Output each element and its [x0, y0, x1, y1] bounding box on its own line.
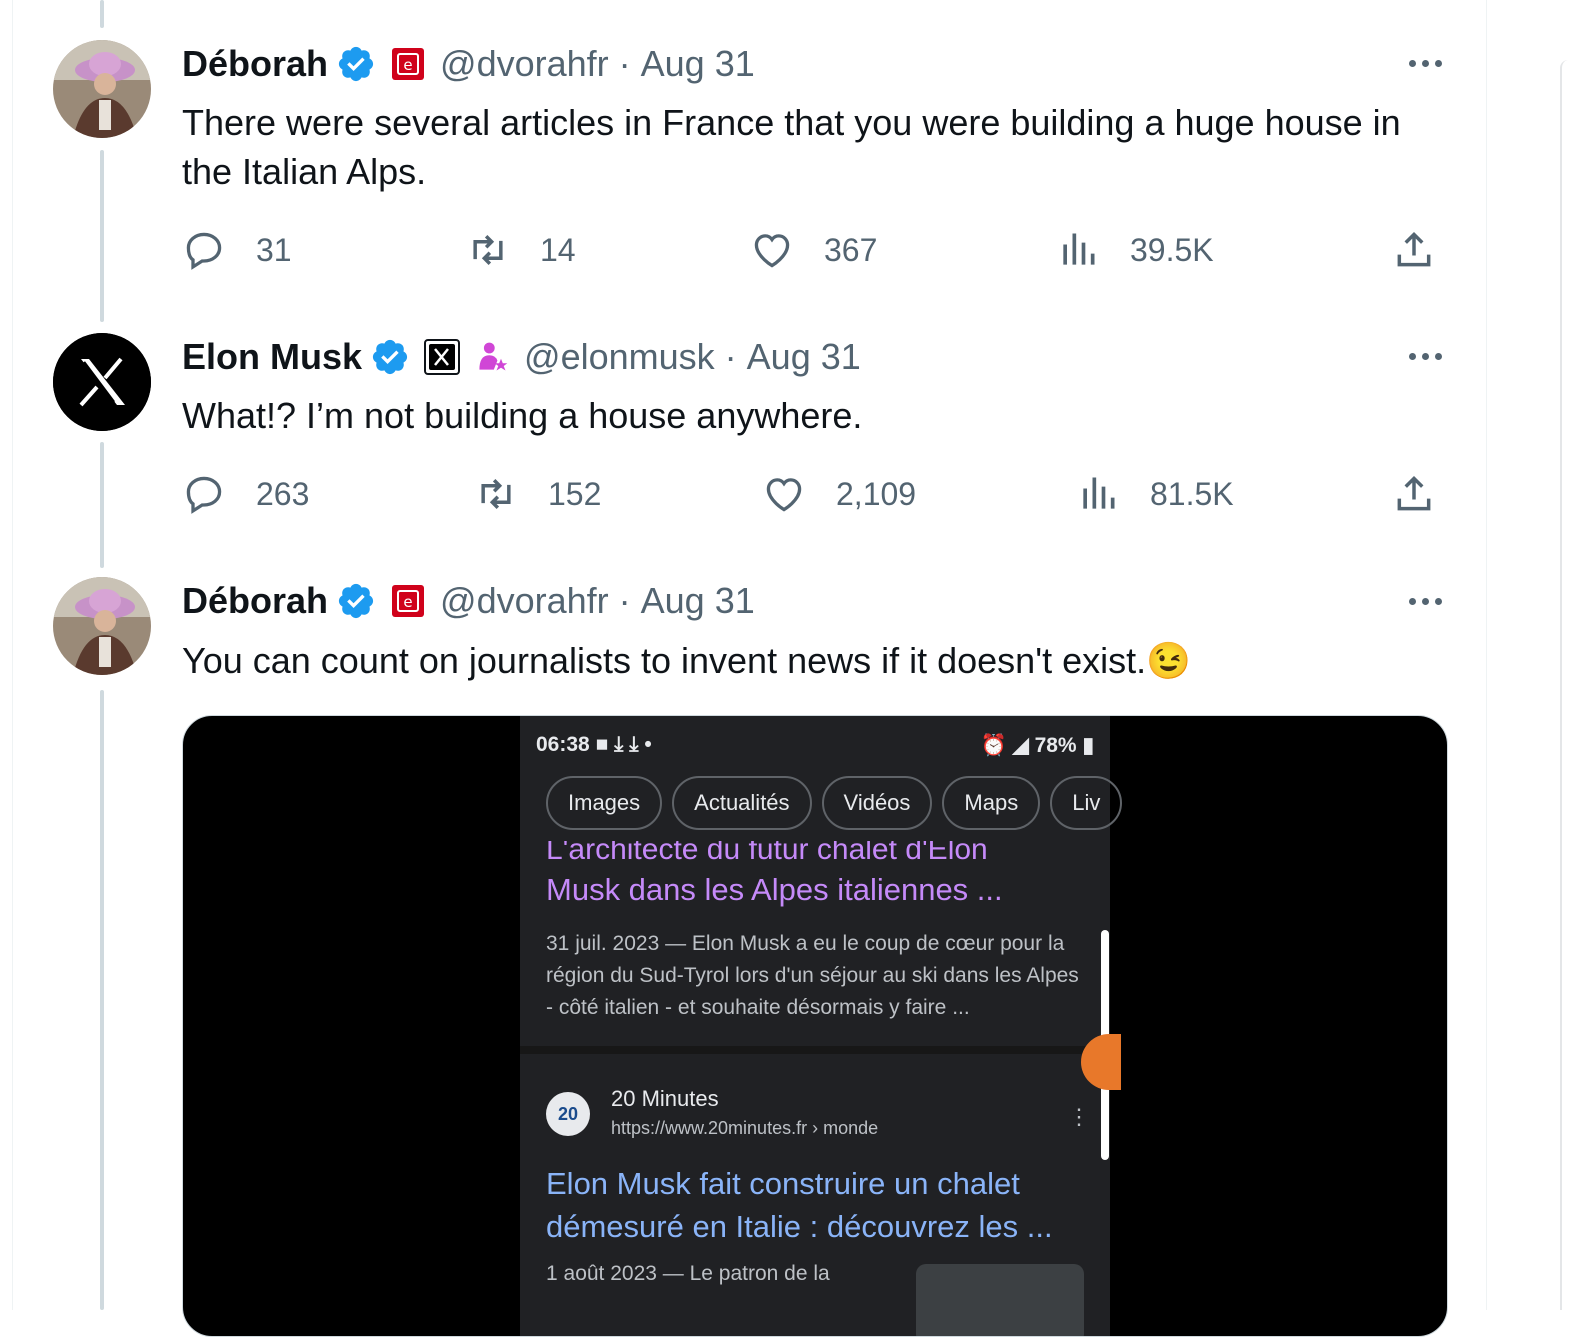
svg-text:e: e [403, 593, 412, 611]
more-icon[interactable] [1402, 591, 1448, 611]
avatar-photo [53, 577, 151, 675]
media-image[interactable]: 06:38 ■ ⤓ ⤓ • ⏰ ◢ 78% ▮ Images Actualité… [182, 715, 1448, 1337]
x-logo-icon [53, 333, 151, 431]
kebab-menu-icon: ⋮ [1068, 1104, 1090, 1129]
status-icons: ■ ⤓ ⤓ • [595, 733, 652, 756]
more-icon[interactable] [1402, 53, 1448, 73]
separator-dot: · [618, 580, 631, 621]
timeline-border-right [1486, 0, 1487, 1310]
retweet-icon [481, 479, 511, 509]
retweet-count: 152 [548, 475, 602, 512]
verified-badge-icon[interactable] [336, 581, 376, 621]
verified-badge-icon[interactable] [370, 337, 410, 377]
separator-dot: · [618, 43, 631, 84]
views-count: 81.5K [1150, 475, 1234, 512]
result-thumbnail [916, 1264, 1084, 1336]
chip-livres: Liv [1050, 776, 1123, 830]
affiliate-badge-icon[interactable]: e [390, 46, 426, 82]
tweet-header: Déborah e @dvorahfr · Aug 31 [182, 577, 755, 625]
result-divider [520, 1046, 1110, 1054]
chip-images: Images [546, 776, 663, 830]
x-affiliate-badge-icon[interactable] [424, 339, 461, 375]
handle[interactable]: @dvorahfr [440, 580, 609, 622]
result-title-cut: L'architecte du futur chalet d'Elon [546, 841, 988, 863]
status-time: 06:38 [536, 733, 590, 756]
retweet-button[interactable]: 152 [474, 472, 601, 516]
retweet-button[interactable]: 14 [466, 228, 576, 272]
like-icon [754, 234, 790, 268]
government-person-icon[interactable] [474, 339, 510, 375]
phone-screenshot: 06:38 ■ ⤓ ⤓ • ⏰ ◢ 78% ▮ Images Actualité… [520, 716, 1123, 1336]
chip-actualites: Actualités [672, 776, 812, 830]
views-icon [1063, 233, 1095, 265]
reply-button[interactable]: 31 [182, 228, 292, 272]
verified-badge-icon[interactable] [336, 44, 376, 84]
result-snippet: 31 juil. 2023 — Elon Musk a eu le coup d… [546, 932, 1079, 1019]
display-name[interactable]: Déborah [182, 43, 328, 85]
thread-line [100, 0, 104, 28]
result-title: Musk dans les Alpes italiennes ... [546, 872, 1003, 907]
like-button[interactable]: 367 [750, 228, 877, 272]
share-icon[interactable] [1392, 228, 1436, 272]
avatar-photo [53, 40, 151, 138]
reply-icon [186, 232, 222, 270]
source-name: 20 Minutes [611, 1086, 719, 1111]
views-icon [1083, 477, 1115, 509]
tweet-text: You can count on journalists to invent n… [182, 636, 1442, 685]
tweet-text: There were several articles in France th… [182, 102, 1401, 192]
views-button[interactable]: 81.5K [1076, 472, 1234, 516]
sidebar-edge [1560, 60, 1592, 1310]
like-count: 367 [824, 231, 878, 268]
thread-line [100, 442, 104, 568]
separator-dot: · [724, 336, 737, 377]
handle[interactable]: @dvorahfr [440, 43, 609, 85]
reply-icon [186, 476, 222, 514]
phone-status-bar: 06:38 ■ ⤓ ⤓ • ⏰ ◢ 78% ▮ [536, 733, 1094, 757]
share-icon[interactable] [1392, 472, 1436, 516]
handle[interactable]: @elonmusk [524, 336, 715, 378]
views-button[interactable]: 39.5K [1056, 228, 1214, 272]
like-button[interactable]: 2,109 [762, 472, 916, 516]
battery-level: 78% [1034, 733, 1077, 757]
like-count: 2,109 [836, 475, 917, 512]
like-icon [766, 478, 802, 512]
avatar[interactable] [53, 577, 151, 675]
tweet-text: What!? I’m not building a house anywhere… [182, 395, 863, 436]
tweet-header: Déborah e @dvorahfr · Aug 31 [182, 40, 755, 88]
wink-emoji: 😉 [1146, 640, 1191, 681]
views-count: 39.5K [1130, 231, 1214, 268]
affiliate-badge-icon[interactable]: e [390, 583, 426, 619]
tweet-header: Elon Musk @elonmusk · Aug 31 [182, 333, 861, 381]
timestamp[interactable]: Aug 31 [641, 580, 755, 622]
source-logo: 20 [546, 1092, 590, 1136]
search-filter-chips: Images Actualités Vidéos Maps Liv [546, 776, 1123, 830]
reply-count: 31 [256, 231, 292, 268]
svg-text:e: e [403, 56, 412, 74]
tweet-text-body: You can count on journalists to invent n… [182, 640, 1147, 681]
retweet-count: 14 [540, 231, 576, 268]
timeline-border-left [12, 0, 13, 1310]
avatar[interactable] [53, 333, 151, 431]
timestamp[interactable]: Aug 31 [747, 336, 861, 378]
display-name[interactable]: Déborah [182, 580, 328, 622]
retweet-icon [473, 235, 503, 265]
result-title: Elon Musk fait construire un chalet déme… [546, 1166, 1053, 1244]
result-snippet: 1 août 2023 — Le patron de la [546, 1262, 830, 1285]
source-url: https://www.20minutes.fr › monde [611, 1118, 879, 1138]
more-icon[interactable] [1402, 346, 1448, 366]
thread-line [100, 150, 104, 322]
chip-videos: Vidéos [821, 776, 933, 830]
thread-line [100, 690, 104, 1310]
timestamp[interactable]: Aug 31 [641, 43, 755, 85]
display-name[interactable]: Elon Musk [182, 336, 362, 378]
chip-maps: Maps [942, 776, 1041, 830]
reply-count: 263 [256, 475, 310, 512]
avatar[interactable] [53, 40, 151, 138]
reply-button[interactable]: 263 [182, 472, 309, 516]
